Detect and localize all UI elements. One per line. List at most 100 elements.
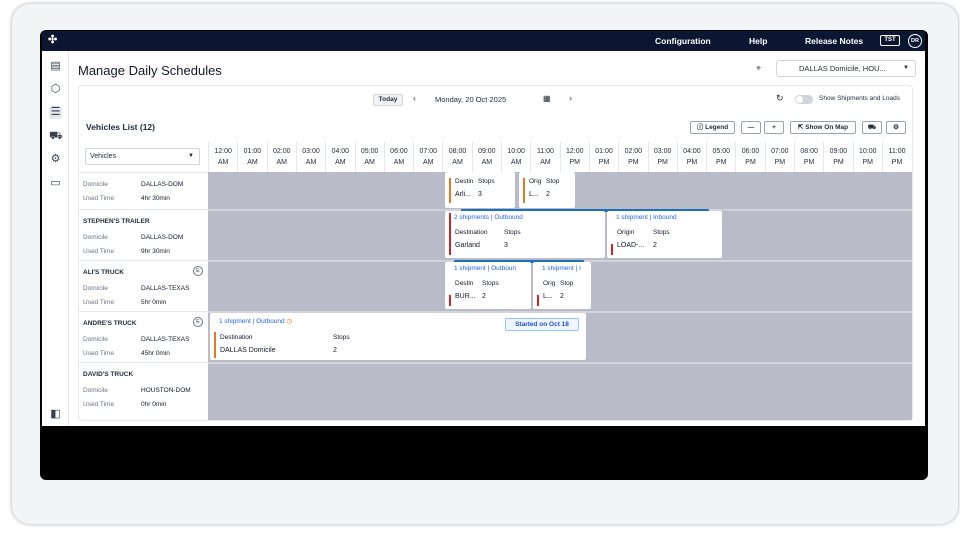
truck-icon[interactable]: ⛟ [49,130,63,143]
hour-header-cell: 10:00 AM [501,142,530,172]
domicile-select-value: DALLAS Domicile, HOU... [799,64,886,73]
domicile-label: Domicile [83,387,108,394]
destination-value: Garland [455,242,480,249]
shipment-card[interactable]: 1 shipment | Inbound Origin Stops LOAD-.… [607,211,722,258]
hour-label: 11:00 [536,148,554,155]
status-bar [523,178,525,203]
show-shipments-toggle[interactable] [795,95,813,104]
schedule-settings-icon[interactable]: ☰ [49,106,62,119]
truck-filter-button[interactable]: ⛟ [862,121,882,134]
prev-day-chevron-icon[interactable]: ‹ [413,93,416,103]
refresh-icon[interactable]: ↻ [776,93,784,104]
vehicle-type-badge: E [193,266,203,276]
origin-label: Orig [529,178,542,185]
nav-release-notes[interactable]: Release Notes [805,36,863,46]
shipment-summary-link[interactable]: 1 shipment | I [542,265,581,272]
gear-icon[interactable]: ⚙ [49,153,62,166]
shipment-summary-link[interactable]: 1 shipment | Inbound [616,214,677,221]
shipment-summary-link[interactable]: 1 shipment | Outboun [454,265,516,272]
show-on-map-button[interactable]: ⇱ Show On Map [790,121,856,134]
zoom-out-button[interactable]: — [741,121,761,134]
origin-value: L... [543,293,553,300]
shipment-summary-link[interactable]: 1 shipment | Outbound ◷ [219,317,292,325]
schedule-panel: Today ‹ Monday, 20 Oct 2025 ▦ › ↻ Show S… [78,85,913,421]
collapse-sidebar-icon[interactable]: ◧ [49,408,62,421]
meridiem-label: AM [305,159,317,166]
hour-header-cell: 03:00 PM [647,142,677,172]
shipment-card[interactable]: 1 shipment | Outbound ◷ Destination Stop… [210,313,586,360]
meridiem-label: PM [774,159,786,166]
page-title: Manage Daily Schedules [78,63,222,78]
hour-label: 11:00 [888,148,906,155]
hour-header-cell: 08:00 PM [794,142,823,172]
hour-label: 03:00 [653,148,672,155]
vehicle-row-3[interactable]: ANDRE'S TRUCK E Domicile DALLAS-TEXAS Us… [79,312,207,362]
meridiem-label: AM [247,159,258,166]
shipment-card[interactable]: Destin Stops Arli... 3 [445,172,515,208]
stops-value: 2 [560,293,564,300]
show-shipments-label: Show Shipments and Loads [819,95,900,102]
origin-value: L... [529,191,539,198]
shipment-card[interactable]: 1 shipment | Outboun Destin Stops BUR...… [445,262,531,309]
hour-header-cell: 04:00 AM [325,142,354,172]
domicile-value: DALLAS-TEXAS [141,336,190,343]
shipment-card[interactable]: 1 shipment | I Orig Stop L... 2 [533,262,591,309]
hour-label: 09:00 [478,148,496,155]
hour-label: 07:00 [419,148,437,155]
meridiem-label: AM [452,159,463,166]
hour-header-cell: 02:00 PM [618,142,647,172]
hour-label: 12:00 [214,148,232,155]
used-time-value: 9hr 30min [141,248,170,255]
status-bar [449,178,451,203]
destination-value: DALLAS Domicile [220,347,276,354]
meridiem-label: AM [510,159,522,166]
vehicle-row-2[interactable]: ALI'S TRUCK E Domicile DALLAS-TEXAS Used… [79,261,207,311]
layout-icon[interactable]: ▤ [49,60,62,73]
hour-header-cell: 04:00 PM [676,142,706,172]
meridiem-label: AM [364,159,375,166]
legend-button[interactable]: ⓘ Legend [690,121,735,134]
stops-label: Stops [478,178,495,185]
vehicle-type-badge: E [193,317,203,327]
app-logo-icon[interactable]: ✣ [48,35,57,46]
legend-label: Legend [705,124,729,131]
shipment-card[interactable]: 2 shipments | Outbound Destination Stops… [445,211,605,258]
hour-label: 02:00 [624,148,643,155]
meridiem-label: PM [569,159,580,166]
today-button[interactable]: Today [373,94,403,106]
domicile-value: DALLAS-DOM [141,181,184,188]
vehicle-row-0[interactable]: Domicile DALLAS-DOM Used Time 4hr 30min [79,172,207,209]
meridiem-label: PM [803,159,815,166]
package-icon[interactable]: ⬡ [49,83,62,96]
hour-header-cell: 12:00 PM [559,142,589,172]
domicile-label: Domicile [83,336,108,343]
next-day-chevron-icon[interactable]: › [569,93,572,103]
calendar-icon[interactable]: ▦ [543,94,551,103]
shipment-summary-link[interactable]: 2 shipments | Outbound [454,214,523,221]
hour-header-cell: 09:00 PM [823,142,852,172]
nav-help[interactable]: Help [749,36,767,46]
vehicle-name: STEPHEN'S TRAILER [83,218,150,225]
monitor-icon[interactable]: ▭ [49,177,62,190]
meridiem-label: AM [217,159,229,166]
used-time-value: 4hr 30min [141,195,170,202]
settings-button[interactable]: ⚙ [886,121,906,134]
vehicle-row-1[interactable]: STEPHEN'S TRAILER Domicile DALLAS-DOM Us… [79,210,207,260]
hour-label: 02:00 [272,148,291,155]
meridiem-label: AM [481,159,493,166]
used-time-label: Used Time [83,401,115,408]
user-avatar[interactable]: DR [908,34,922,48]
hour-label: 04:00 [331,148,350,155]
vehicles-filter-select[interactable]: Vehicles ▼ [85,148,200,165]
zoom-in-button[interactable]: + [764,121,784,134]
domicile-select[interactable]: DALLAS Domicile, HOU... ▼ [776,60,916,77]
vehicle-name: ANDRE'S TRUCK [83,320,137,327]
shipment-card[interactable]: Orig Stop L... 2 [519,172,575,208]
destination-value: BUR... [455,293,476,300]
domicile-label: Domicile [83,234,108,241]
stops-value: 2 [482,293,486,300]
nav-configuration[interactable]: Configuration [655,36,711,46]
vehicle-row-4[interactable]: DAVID'S TRUCK Domicile HOUSTON-DOM Used … [79,363,207,413]
meridiem-label: AM [335,159,346,166]
meridiem-label: PM [598,159,610,166]
